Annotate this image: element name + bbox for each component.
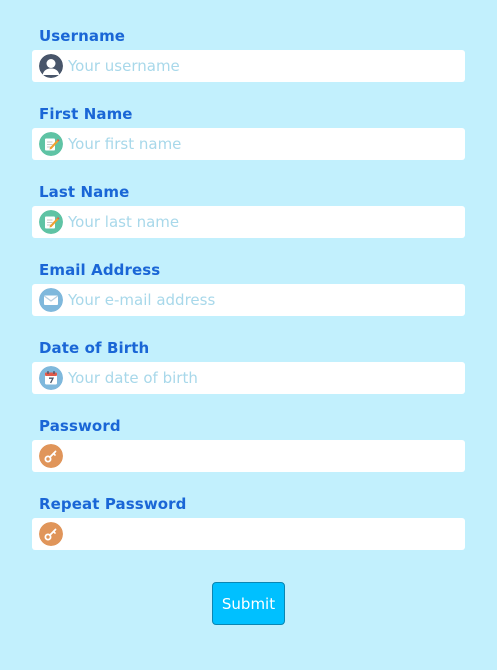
registration-form: Username First Name	[32, 26, 465, 625]
password-input[interactable]	[68, 440, 458, 472]
first-name-label: First Name	[39, 105, 133, 123]
username-input[interactable]	[68, 50, 458, 82]
calendar-icon	[39, 366, 63, 390]
first-name-input[interactable]	[68, 128, 458, 160]
username-label: Username	[39, 27, 126, 45]
repeat-password-field-group: Repeat Password	[32, 494, 465, 572]
edit-icon	[39, 210, 63, 234]
first-name-field-group: First Name	[32, 104, 465, 182]
username-field-group: Username	[32, 26, 465, 104]
dob-input-wrap[interactable]	[32, 362, 465, 394]
envelope-icon	[39, 288, 63, 312]
password-input-wrap[interactable]	[32, 440, 465, 472]
email-field-group: Email Address	[32, 260, 465, 338]
dob-label: Date of Birth	[39, 339, 150, 357]
email-input[interactable]	[68, 284, 458, 316]
last-name-field-group: Last Name	[32, 182, 465, 260]
email-input-wrap[interactable]	[32, 284, 465, 316]
submit-button[interactable]: Submit	[212, 582, 285, 625]
edit-icon	[39, 132, 63, 156]
last-name-input[interactable]	[68, 206, 458, 238]
first-name-input-wrap[interactable]	[32, 128, 465, 160]
username-input-wrap[interactable]	[32, 50, 465, 82]
submit-row: Submit	[32, 582, 465, 625]
key-icon	[39, 444, 63, 468]
repeat-password-input-wrap[interactable]	[32, 518, 465, 550]
password-field-group: Password	[32, 416, 465, 494]
email-label: Email Address	[39, 261, 161, 279]
key-icon	[39, 522, 63, 546]
password-label: Password	[39, 417, 121, 435]
dob-field-group: Date of Birth	[32, 338, 465, 416]
dob-input[interactable]	[68, 362, 458, 394]
last-name-input-wrap[interactable]	[32, 206, 465, 238]
repeat-password-label: Repeat Password	[39, 495, 187, 513]
repeat-password-input[interactable]	[68, 518, 458, 550]
user-icon	[39, 54, 63, 78]
last-name-label: Last Name	[39, 183, 130, 201]
